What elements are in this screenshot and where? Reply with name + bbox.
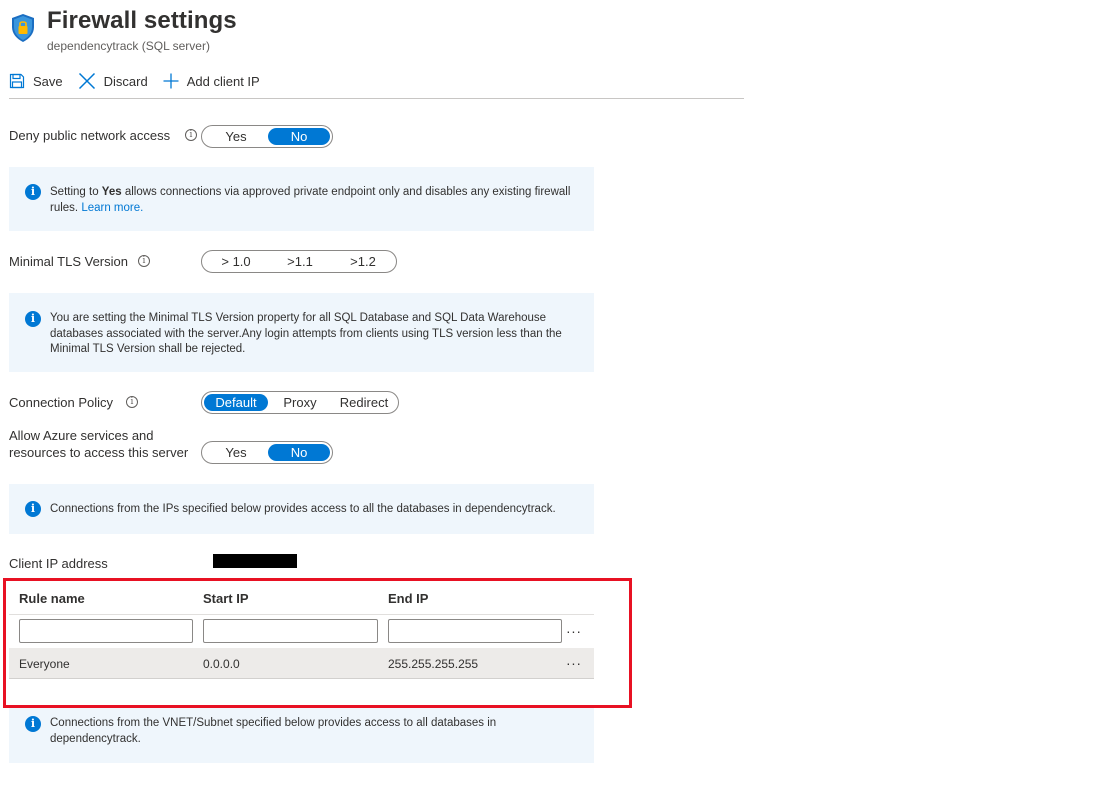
min-tls-toggle: > 1.0 >1.1 >1.2 bbox=[201, 250, 397, 273]
vnet-info-text: Connections from the VNET/Subnet specifi… bbox=[50, 717, 497, 745]
info-filled-icon: i bbox=[25, 184, 41, 200]
save-label: Save bbox=[33, 73, 63, 89]
tls-info-box: i You are setting the Minimal TLS Versio… bbox=[9, 293, 594, 372]
info-filled-icon: i bbox=[25, 501, 41, 517]
add-client-ip-label: Add client IP bbox=[186, 73, 260, 89]
info-prefix: Setting to bbox=[50, 186, 102, 198]
client-ip-value-redacted bbox=[213, 554, 297, 568]
plus-icon bbox=[163, 73, 179, 89]
info-icon[interactable]: i bbox=[138, 255, 150, 267]
policy-proxy-option[interactable]: Proxy bbox=[268, 394, 332, 411]
allow-azure-toggle: Yes No bbox=[201, 441, 333, 464]
tls-info-text: You are setting the Minimal TLS Version … bbox=[50, 312, 562, 355]
policy-default-option[interactable]: Default bbox=[204, 394, 268, 411]
save-icon bbox=[9, 73, 25, 89]
tls-option-1-0[interactable]: > 1.0 bbox=[204, 253, 268, 270]
tls-option-1-2[interactable]: >1.2 bbox=[332, 253, 394, 270]
tls-option-1-1[interactable]: >1.1 bbox=[268, 253, 332, 270]
highlight-annotation-box bbox=[3, 578, 632, 708]
page-title: Firewall settings bbox=[47, 7, 237, 34]
deny-public-info-box: i Setting to Yes allows connections via … bbox=[9, 167, 594, 231]
info-filled-icon: i bbox=[25, 311, 41, 327]
discard-label: Discard bbox=[103, 73, 148, 89]
shield-lock-icon bbox=[12, 14, 34, 42]
toolbar-divider bbox=[9, 98, 744, 99]
info-filled-icon: i bbox=[25, 716, 41, 732]
discard-button[interactable]: Discard bbox=[78, 70, 148, 92]
deny-public-yes-option[interactable]: Yes bbox=[204, 128, 268, 145]
vnet-info-box: i Connections from the VNET/Subnet speci… bbox=[9, 708, 594, 763]
save-button[interactable]: Save bbox=[9, 70, 63, 92]
add-client-ip-button[interactable]: Add client IP bbox=[163, 70, 260, 92]
allow-azure-yes-option[interactable]: Yes bbox=[204, 444, 268, 461]
firewall-settings-page: Firewall settings dependencytrack (SQL s… bbox=[0, 0, 1110, 791]
deny-public-access-label: Deny public network access bbox=[9, 128, 171, 143]
ip-info-box: i Connections from the IPs specified bel… bbox=[9, 484, 594, 534]
info-icon[interactable]: i bbox=[185, 129, 197, 141]
allow-azure-label-line1: Allow Azure services and bbox=[9, 428, 154, 443]
ip-info-text: Connections from the IPs specified below… bbox=[50, 503, 556, 515]
deny-public-access-toggle: Yes No bbox=[201, 125, 333, 148]
allow-azure-label-line2: resources to access this server bbox=[9, 445, 189, 460]
info-icon[interactable]: i bbox=[126, 396, 138, 408]
learn-more-link[interactable]: Learn more. bbox=[81, 202, 143, 214]
policy-redirect-option[interactable]: Redirect bbox=[332, 394, 396, 411]
min-tls-label: Minimal TLS Version bbox=[9, 254, 128, 269]
info-bold-yes: Yes bbox=[101, 186, 122, 198]
client-ip-label: Client IP address bbox=[9, 556, 108, 571]
command-bar: Save Discard Add client IP bbox=[9, 70, 275, 92]
connection-policy-label: Connection Policy bbox=[9, 395, 114, 410]
connection-policy-toggle: Default Proxy Redirect bbox=[201, 391, 399, 414]
close-icon bbox=[78, 72, 95, 90]
page-subtitle: dependencytrack (SQL server) bbox=[47, 39, 210, 53]
deny-public-no-option[interactable]: No bbox=[268, 128, 330, 145]
allow-azure-no-option[interactable]: No bbox=[268, 444, 330, 461]
deny-public-info-text: Setting to Yes allows connections via ap… bbox=[50, 185, 580, 216]
